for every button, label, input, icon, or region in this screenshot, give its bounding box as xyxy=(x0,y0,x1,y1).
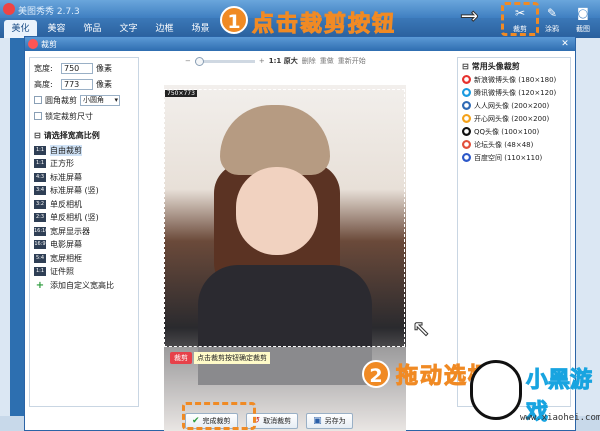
dialog-title-bar: 裁剪 ✕ xyxy=(25,37,575,51)
crop-settings-panel: 宽度: 750 像素 高度: 773 像素 圆角裁剪 小圆角 锁定裁剪尺寸 ⊟ … xyxy=(29,57,139,407)
ratio-2-3[interactable]: 2:3 单反相机 (竖) xyxy=(34,212,136,224)
doodle-tool-button[interactable]: ✎ 涂鸦 xyxy=(538,2,566,36)
zoom-slider-knob[interactable] xyxy=(194,56,204,66)
avatar-presets-panel: ⊟ 常用头像裁剪 ● 新浪微博头像 (180×180) ● 腾讯微博头像 (120×… xyxy=(457,57,571,407)
rounded-checkbox[interactable] xyxy=(34,96,42,104)
lock-row: 锁定裁剪尺寸 xyxy=(34,110,93,122)
crop-size-label: 750×773 xyxy=(165,90,197,97)
ratio-3-4[interactable]: 3:4 标准屏幕 (竖) xyxy=(34,185,136,197)
minus-box-icon: ⊟ xyxy=(462,62,469,71)
ratio-icon: 16:10 xyxy=(34,226,49,236)
plus-icon: + xyxy=(35,279,45,291)
ratio-3-2[interactable]: 3:2 单反相机 xyxy=(34,198,136,210)
avatar-forum[interactable]: ● 论坛头像 (48×48) xyxy=(462,139,568,150)
confirm-highlight xyxy=(182,402,256,430)
ratio-square[interactable]: 1:1 正方形 xyxy=(34,158,136,170)
avatar-list: ● 新浪微博头像 (180×180) ● 腾讯微博头像 (120×120) ● 人人网… xyxy=(462,74,568,165)
avatar-header: ⊟ 常用头像裁剪 xyxy=(462,62,520,71)
minus-box-icon: ⊟ xyxy=(34,131,41,140)
zoom-slider[interactable] xyxy=(194,56,255,66)
ratio-5-4[interactable]: 5:4 宽屏相框 xyxy=(34,252,136,264)
watermark-site: www.xiaohei.com xyxy=(520,413,600,423)
ratio-icon: 16:9 xyxy=(34,240,46,249)
dialog-title: 裁剪 xyxy=(41,40,57,49)
screenshot-tool-button[interactable]: ◙ 截图 xyxy=(569,2,597,36)
ratio-free[interactable]: 1:1 自由裁剪 xyxy=(34,144,136,156)
avatar-kaixin[interactable]: ● 开心网头像 (200×200) xyxy=(462,113,568,124)
save-as-button[interactable]: ▣ 另存为 xyxy=(306,413,353,429)
kaixin-icon: ● xyxy=(462,114,471,123)
step-2-arrow-icon: ↖ xyxy=(411,318,431,344)
forum-icon: ● xyxy=(462,140,471,149)
width-unit: 像素 xyxy=(96,63,112,73)
close-icon[interactable]: ✕ xyxy=(558,38,572,50)
redo-button[interactable]: 重做 xyxy=(320,56,334,66)
crop-selection-box[interactable]: 750×773 xyxy=(164,89,405,347)
width-label: 宽度: xyxy=(34,63,53,73)
zoom-out-icon[interactable]: − xyxy=(185,57,191,65)
step-1-text: 点击裁剪按钮 xyxy=(251,12,397,38)
original-size-button[interactable]: 1:1 原大 xyxy=(269,56,298,66)
height-input[interactable]: 773 xyxy=(61,78,93,90)
step-1-badge: 1 xyxy=(220,6,248,34)
ratio-icon: 4:3 xyxy=(34,172,46,182)
ratio-icon: 1:1 xyxy=(34,159,46,168)
zoom-toolbar: − + 1:1 原大 删除 重做 重新开始 xyxy=(185,55,435,67)
lock-label: 锁定裁剪尺寸 xyxy=(45,111,93,121)
ratio-16-9[interactable]: 16:9 电影屏幕 xyxy=(34,239,136,251)
avatar-tencent[interactable]: ● 腾讯微博头像 (120×120) xyxy=(462,87,568,98)
ratio-4-3[interactable]: 4:3 标准屏幕 xyxy=(34,171,136,183)
rounded-row: 圆角裁剪 小圆角 xyxy=(34,94,120,106)
ratio-icon: 1:1 xyxy=(34,145,46,155)
width-row: 宽度: 750 像素 xyxy=(34,62,112,74)
avatar-baidu[interactable]: ● 百度空间 (110×110) xyxy=(462,152,568,163)
height-unit: 像素 xyxy=(96,79,112,89)
add-custom-ratio[interactable]: + 添加自定义宽高比 xyxy=(34,279,136,291)
reset-button[interactable]: 重新开始 xyxy=(338,56,366,66)
camera-icon: ◙ xyxy=(577,6,589,20)
brush-icon: ✎ xyxy=(546,6,558,20)
hint-text: 点击裁剪按钮确定裁剪 xyxy=(194,352,270,364)
crop-tool-highlight xyxy=(501,2,539,36)
renren-icon: ● xyxy=(462,101,471,110)
lock-checkbox[interactable] xyxy=(34,112,42,120)
panda-logo-icon xyxy=(470,360,522,420)
height-row: 高度: 773 像素 xyxy=(34,78,112,90)
weibo-icon: ● xyxy=(462,75,471,84)
tencent-weibo-icon: ● xyxy=(462,88,471,97)
ratio-16-10[interactable]: 16:10 宽屏显示器 xyxy=(34,225,136,237)
ratio-icon: 3:2 xyxy=(34,199,46,209)
step-2-badge: 2 xyxy=(362,360,390,388)
ratio-icon: 5:4 xyxy=(34,253,46,263)
site-watermark: 小黑游戏 www.xiaohei.com xyxy=(470,360,600,431)
delete-button[interactable]: 删除 xyxy=(302,56,316,66)
avatar-renren[interactable]: ● 人人网头像 (200×200) xyxy=(462,100,568,111)
height-label: 高度: xyxy=(34,79,53,89)
avatar-sina[interactable]: ● 新浪微博头像 (180×180) xyxy=(462,74,568,85)
ratio-icon: 2:3 xyxy=(34,213,46,222)
app-title: 美图秀秀 2.7.3 xyxy=(18,7,80,17)
width-input[interactable]: 750 xyxy=(61,62,93,74)
qq-icon: ● xyxy=(462,127,471,136)
dialog-app-icon xyxy=(28,39,38,49)
zoom-in-icon[interactable]: + xyxy=(259,57,265,65)
save-icon: ▣ xyxy=(313,416,322,426)
hint-tag: 裁剪 xyxy=(170,352,192,364)
ratio-header: ⊟ 请选择宽高比例 xyxy=(34,131,100,140)
rounded-label: 圆角裁剪 xyxy=(45,95,77,105)
baidu-icon: ● xyxy=(462,153,471,162)
step-1-arrow-icon: → xyxy=(459,4,479,30)
app-left-sidebar xyxy=(0,38,10,431)
crop-hint: 裁剪 点击裁剪按钮确定裁剪 xyxy=(170,352,270,364)
ratio-list: 1:1 自由裁剪 1:1 正方形 4:3 标准屏幕 3:4 标准屏幕 (竖) 3:2 单反… xyxy=(34,144,136,291)
avatar-qq[interactable]: ● QQ头像 (100×100) xyxy=(462,126,568,137)
ratio-icon: 3:4 xyxy=(34,186,46,195)
rounded-select[interactable]: 小圆角 xyxy=(80,94,120,106)
ratio-icon: 1:1 xyxy=(34,267,46,276)
app-logo-icon xyxy=(3,3,15,15)
ratio-id-photo[interactable]: 1:1 证件照 xyxy=(34,266,136,278)
